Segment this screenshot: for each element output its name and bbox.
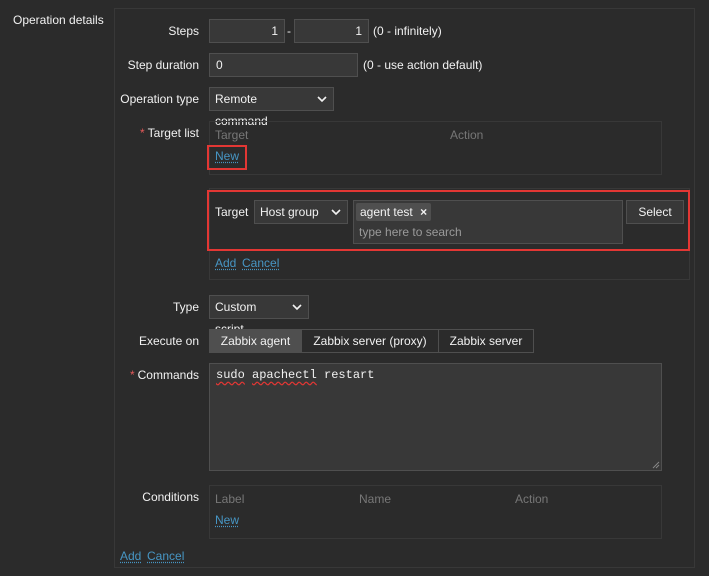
step-duration-input[interactable]: 0 xyxy=(209,53,358,77)
steps-hint: (0 - infinitely) xyxy=(373,24,442,38)
target-cancel-link[interactable]: Cancel xyxy=(242,256,279,270)
target-list-box xyxy=(209,121,662,175)
target-type-select[interactable]: Host group xyxy=(254,200,348,224)
execute-on-zabbix-server[interactable]: Zabbix server xyxy=(438,329,534,353)
host-group-search-input[interactable]: type here to search xyxy=(359,225,462,239)
chevron-down-icon xyxy=(292,304,302,311)
command-word: restart xyxy=(324,368,375,382)
tag-remove-icon[interactable]: × xyxy=(420,205,427,219)
chevron-down-icon xyxy=(317,96,327,103)
conditions-label: Conditions xyxy=(142,490,199,504)
operation-type-label: Operation type xyxy=(120,92,199,106)
conditions-col-name: Name xyxy=(359,492,392,506)
command-word: apachectl xyxy=(252,368,317,382)
conditions-col-label: Label xyxy=(215,492,245,506)
steps-from-input[interactable]: 1 xyxy=(209,19,285,43)
commands-label-text: Commands xyxy=(137,368,199,382)
host-group-tag: agent test × xyxy=(356,203,432,221)
resize-handle-icon[interactable] xyxy=(652,461,660,469)
section-label: Operation details xyxy=(13,13,104,27)
conditions-box xyxy=(209,485,662,539)
target-type-value: Host group xyxy=(260,205,319,219)
commands-label: * Commands xyxy=(109,368,199,382)
conditions-new-link[interactable]: New xyxy=(215,513,239,527)
select-button[interactable]: Select xyxy=(626,200,684,224)
conditions-col-action: Action xyxy=(515,492,549,506)
steps-to-input[interactable]: 1 xyxy=(294,19,369,43)
target-list-col-target: Target xyxy=(215,128,249,142)
steps-label: Steps xyxy=(168,24,199,38)
operation-cancel-link[interactable]: Cancel xyxy=(147,549,184,563)
operation-details-panel xyxy=(114,8,695,568)
step-duration-label: Step duration xyxy=(127,58,199,72)
command-word: sudo xyxy=(216,368,245,382)
step-duration-hint: (0 - use action default) xyxy=(363,58,483,72)
type-label: Type xyxy=(172,300,199,314)
execute-on-label: Execute on xyxy=(138,334,199,348)
operation-type-select[interactable]: Remote command xyxy=(209,87,334,128)
operation-add-link[interactable]: Add xyxy=(120,549,141,563)
target-list-new-link[interactable]: New xyxy=(215,149,239,163)
host-group-tag-label: agent test xyxy=(360,205,413,219)
execute-on-zabbix-agent[interactable]: Zabbix agent xyxy=(209,329,302,353)
steps-separator: - xyxy=(287,24,291,38)
target-list-label: * Target list xyxy=(109,126,199,140)
commands-textarea[interactable]: sudo apachectl restart xyxy=(209,363,662,471)
target-list-col-action: Action xyxy=(450,128,484,142)
target-add-link[interactable]: Add xyxy=(215,256,236,270)
target-list-label-text: Target list xyxy=(147,126,199,140)
required-mark: * xyxy=(129,368,135,382)
execute-on-zabbix-server-proxy[interactable]: Zabbix server (proxy) xyxy=(301,329,439,353)
target-editor-label: Target xyxy=(215,205,249,219)
chevron-down-icon xyxy=(331,209,341,216)
required-mark: * xyxy=(139,126,145,140)
type-select[interactable]: Custom script xyxy=(209,295,309,336)
